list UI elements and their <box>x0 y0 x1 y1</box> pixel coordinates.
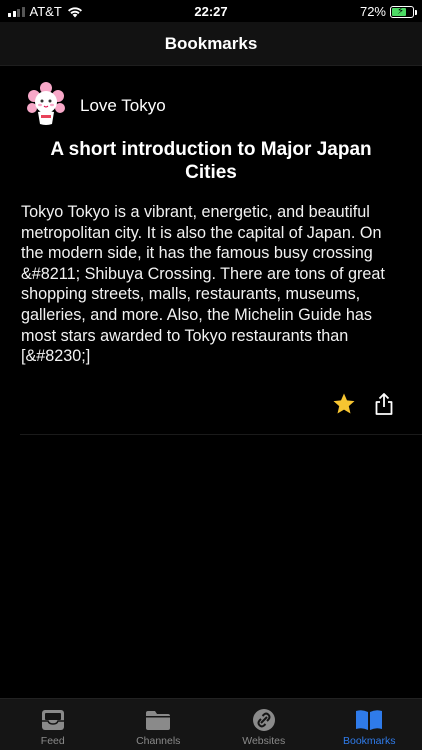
tab-websites[interactable]: Websites <box>211 699 317 750</box>
status-bar: AT&T 22:27 72% ⚡ <box>0 0 422 22</box>
source-avatar <box>26 82 66 130</box>
share-button[interactable] <box>372 392 396 416</box>
tab-channels[interactable]: Channels <box>106 699 212 750</box>
tab-label: Channels <box>136 735 181 747</box>
link-icon <box>249 707 279 733</box>
tab-label: Websites <box>242 735 286 747</box>
battery-icon: ⚡ <box>390 5 417 18</box>
bookmark-button[interactable] <box>332 392 356 416</box>
inbox-icon <box>38 707 68 733</box>
source-row[interactable]: Love Tokyo <box>26 82 166 130</box>
source-name: Love Tokyo <box>80 96 166 115</box>
tab-bookmarks[interactable]: Bookmarks <box>317 699 422 750</box>
tab-bar: Feed Channels Websites Bookmarks <box>0 698 422 750</box>
charging-icon: ⚡ <box>397 5 405 17</box>
article-title[interactable]: A short introduction to Major Japan Citi… <box>30 138 392 184</box>
share-icon <box>375 393 393 415</box>
status-time: 22:27 <box>194 4 228 19</box>
mascot-icon <box>27 82 65 125</box>
article-excerpt[interactable]: Tokyo Tokyo is a vibrant, energetic, and… <box>21 202 405 367</box>
battery-percent: 72% <box>359 4 386 19</box>
page-title: Bookmarks <box>164 33 258 53</box>
divider <box>20 434 422 435</box>
tab-label: Feed <box>40 735 65 747</box>
article-actions <box>332 392 396 416</box>
star-icon <box>333 393 355 414</box>
folder-icon <box>143 707 173 733</box>
tab-label: Bookmarks <box>342 735 396 747</box>
book-icon <box>354 707 384 733</box>
tab-feed[interactable]: Feed <box>0 699 106 750</box>
status-right: 72% ⚡ <box>359 4 417 19</box>
navigation-bar: Bookmarks <box>0 22 422 66</box>
